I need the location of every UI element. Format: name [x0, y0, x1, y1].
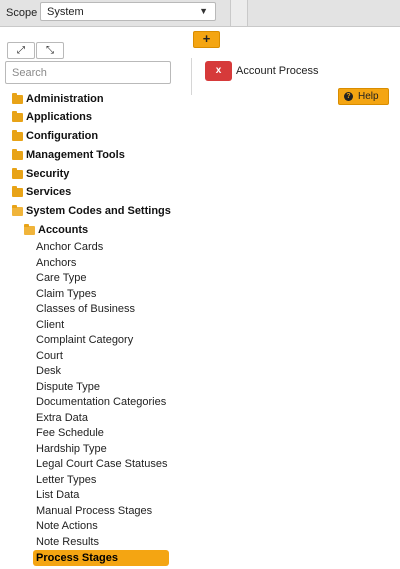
collapse-arrows-icon: ⤡: [46, 45, 54, 56]
folder-icon: [12, 130, 23, 141]
tree-folder-label: Administration: [26, 93, 104, 105]
tree-item-label: Hardship Type: [36, 443, 107, 455]
tree-item-label: Letter Types: [36, 474, 97, 486]
tree-item-label: Note Results: [36, 536, 99, 548]
folder-icon: [12, 149, 23, 160]
tree-item-label: Care Type: [36, 272, 87, 284]
chevron-down-icon: ▼: [199, 6, 208, 16]
scope-bar: Scope System ▼: [0, 0, 400, 27]
folder-icon: [12, 111, 23, 122]
expand-all-button[interactable]: ⤢: [7, 42, 35, 59]
question-circle-icon: ?: [344, 92, 353, 101]
tree-item-label: Documentation Categories: [36, 396, 167, 408]
tree-folder-label: Accounts: [38, 224, 89, 236]
tab-stub: [230, 0, 248, 26]
expand-arrows-icon: ⤢: [17, 45, 25, 56]
remove-button[interactable]: x: [205, 61, 232, 81]
tree-item-label: Desk: [36, 365, 62, 377]
tree-folder-label: Security: [26, 168, 70, 180]
tree-item-label: Dispute Type: [36, 381, 101, 393]
plus-icon: +: [202, 31, 211, 46]
collapse-all-button[interactable]: ⤡: [36, 42, 64, 59]
scope-label: Scope: [6, 7, 38, 19]
help-label: Help: [358, 91, 379, 102]
close-icon: x: [215, 65, 222, 76]
folder-open-icon: [24, 224, 35, 235]
tree-item-label: Complaint Category: [36, 334, 134, 346]
tree-item-label: Anchor Cards: [36, 241, 104, 253]
folder-icon: [12, 93, 23, 104]
pane-divider: [191, 58, 192, 95]
tree-item-label: Classes of Business: [36, 303, 136, 315]
folder-open-icon: [12, 205, 23, 216]
scope-select-value: System: [47, 6, 84, 18]
add-button[interactable]: +: [193, 31, 220, 48]
folder-icon: [12, 186, 23, 197]
tree-item-label: List Data: [36, 489, 80, 501]
folder-icon: [12, 168, 23, 179]
process-item-label[interactable]: Account Process: [236, 65, 319, 77]
tree-item-label: Legal Court Case Statuses: [36, 458, 168, 470]
tree-item-label: Process Stages: [36, 552, 118, 564]
tree-item-label: Court: [36, 350, 63, 362]
tree-folder-label: Services: [26, 186, 72, 198]
tree-item-label: Note Actions: [36, 520, 98, 532]
scope-select[interactable]: System ▼: [40, 2, 216, 21]
search-input[interactable]: [5, 61, 171, 84]
tree-folder-label: Configuration: [26, 130, 99, 142]
help-button[interactable]: ? Help: [338, 88, 389, 105]
tree-folder-label: System Codes and Settings: [26, 205, 171, 217]
tree-folder-label: Applications: [26, 111, 93, 123]
tree-item-label: Claim Types: [36, 288, 97, 300]
tree-item-label: Client: [36, 319, 65, 331]
tree-item-label: Fee Schedule: [36, 427, 104, 439]
tree-item-label: Extra Data: [36, 412, 88, 424]
tree-item-label: Anchors: [36, 257, 77, 269]
tree-item-label: Manual Process Stages: [36, 505, 153, 517]
tree-folder-label: Management Tools: [26, 149, 125, 161]
